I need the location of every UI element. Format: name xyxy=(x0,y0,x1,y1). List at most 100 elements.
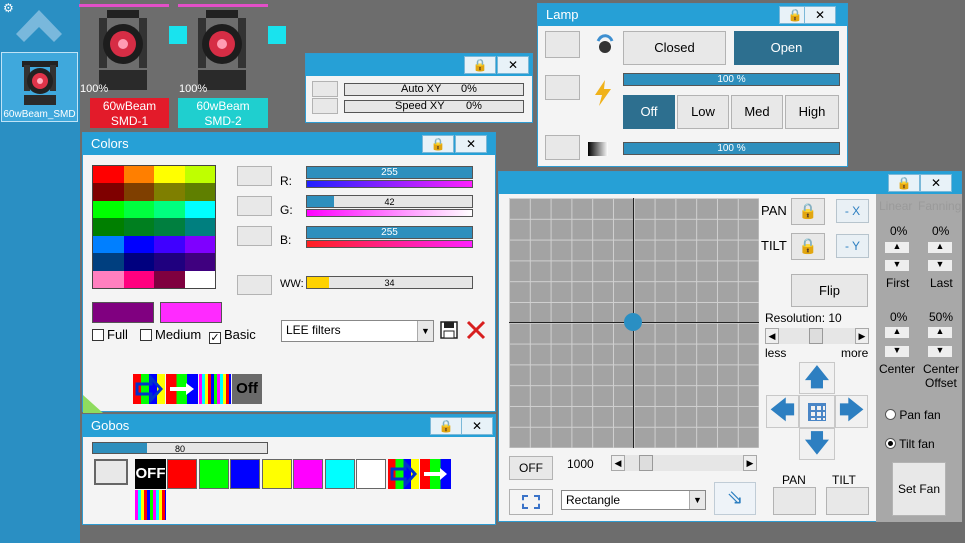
filter-select[interactable]: LEE filters ▼ xyxy=(281,320,434,342)
gobo-macro-2[interactable] xyxy=(420,459,451,489)
full-checkbox-box[interactable] xyxy=(92,329,104,341)
lock-icon[interactable]: 🔒 xyxy=(422,135,454,153)
center-button[interactable] xyxy=(799,395,835,428)
palette-swatch[interactable] xyxy=(184,200,215,219)
chevron-left-icon[interactable]: ◀ xyxy=(611,455,625,471)
fixture-tile-1[interactable]: 100% 60wBeam SMD-1 xyxy=(79,4,169,128)
speed-thumb[interactable] xyxy=(639,455,653,471)
palette-swatch[interactable] xyxy=(184,166,215,184)
intensity-button[interactable] xyxy=(545,75,580,100)
delete-icon[interactable] xyxy=(465,319,487,341)
resolution-slider[interactable]: ◀ ▶ xyxy=(765,328,869,344)
pan-fan-radio-dot[interactable] xyxy=(885,409,896,420)
palette-swatch[interactable] xyxy=(93,183,124,201)
invert-y-button[interactable]: - Y xyxy=(836,234,869,258)
lock-icon[interactable]: 🔒 xyxy=(888,174,920,192)
speed-xy-button[interactable] xyxy=(312,98,338,114)
palette-swatch[interactable] xyxy=(123,218,154,236)
lock-icon[interactable]: 🔒 xyxy=(464,56,496,74)
palette-swatch[interactable] xyxy=(184,253,215,271)
shape-select[interactable]: Rectangle ▼ xyxy=(561,490,706,510)
resize-corner-icon[interactable] xyxy=(83,395,103,413)
gobo-off[interactable]: OFF xyxy=(135,459,166,489)
gobo-swatch[interactable] xyxy=(293,459,323,489)
offset-down-icon[interactable]: ▼ xyxy=(927,345,953,358)
speed-xy-bar[interactable]: Speed XY 0% xyxy=(344,100,524,113)
shutter-button[interactable] xyxy=(545,31,580,58)
color-palette[interactable] xyxy=(92,165,216,289)
palette-swatch[interactable] xyxy=(154,183,185,201)
auto-xy-button[interactable] xyxy=(312,81,338,97)
gobo-swatch[interactable] xyxy=(324,459,355,489)
gobo-swatch[interactable] xyxy=(230,459,260,489)
offset-up-icon[interactable]: ▲ xyxy=(927,326,953,339)
chevron-right-icon[interactable]: ▶ xyxy=(855,328,869,344)
arrow-down-icon[interactable]: 🡇 xyxy=(799,428,835,460)
color-macro-2[interactable] xyxy=(166,374,198,404)
palette-swatch[interactable] xyxy=(154,253,185,271)
arrow-right-icon[interactable]: 🡆 xyxy=(835,395,868,428)
red-button[interactable] xyxy=(237,166,272,186)
palette-swatch[interactable] xyxy=(154,235,185,254)
palette-swatch[interactable] xyxy=(154,270,185,288)
palette-swatch[interactable] xyxy=(123,235,154,254)
center-up-icon[interactable]: ▲ xyxy=(884,326,910,339)
green-button[interactable] xyxy=(237,196,272,216)
gobo-swatch[interactable] xyxy=(167,459,197,489)
tilt-fan-radio[interactable]: Tilt fan xyxy=(885,437,935,451)
close-icon[interactable]: ✕ xyxy=(804,6,836,24)
palette-swatch[interactable] xyxy=(184,218,215,236)
power-low-button[interactable]: Low xyxy=(677,95,729,129)
intensity-bar[interactable]: 100 % xyxy=(623,73,840,86)
gobo-swatch[interactable] xyxy=(356,459,386,489)
off-button[interactable]: OFF xyxy=(509,456,553,480)
arrow-up-icon[interactable]: 🡅 xyxy=(799,362,835,394)
pan-button[interactable] xyxy=(773,487,816,515)
warmwhite-button[interactable] xyxy=(237,275,272,295)
palette-swatch[interactable] xyxy=(184,235,215,254)
pan-tilt-grid[interactable] xyxy=(509,198,759,448)
close-icon[interactable]: ✕ xyxy=(497,56,529,74)
palette-swatch[interactable] xyxy=(123,200,154,219)
last-down-icon[interactable]: ▼ xyxy=(927,259,953,272)
palette-swatch[interactable] xyxy=(93,166,124,184)
chevron-down-icon[interactable]: ▼ xyxy=(417,321,433,341)
palette-swatch[interactable] xyxy=(154,200,185,219)
fixture-thumbnail[interactable]: 60wBeam_SMD xyxy=(1,52,78,122)
dimmer-bar[interactable]: 100 % xyxy=(623,142,840,155)
chevron-left-icon[interactable]: ◀ xyxy=(765,328,779,344)
basic-checkbox-box[interactable]: ✓ xyxy=(209,332,221,344)
palette-swatch[interactable] xyxy=(93,253,124,271)
resolution-thumb[interactable] xyxy=(809,328,823,344)
fixture-tile-2[interactable]: 100% 60wBeam SMD-2 xyxy=(178,4,268,128)
power-med-button[interactable]: Med xyxy=(731,95,783,129)
palette-swatch[interactable] xyxy=(123,183,154,201)
save-icon[interactable] xyxy=(440,321,458,339)
palette-swatch[interactable] xyxy=(123,166,154,184)
close-icon[interactable]: ✕ xyxy=(920,174,952,192)
chevron-up-icon[interactable] xyxy=(14,8,64,48)
closed-button[interactable]: Closed xyxy=(623,31,726,65)
color-macro-1[interactable] xyxy=(133,374,165,404)
palette-swatch[interactable] xyxy=(154,218,185,236)
first-up-icon[interactable]: ▲ xyxy=(884,241,910,254)
shape-button[interactable] xyxy=(509,489,553,515)
full-checkbox[interactable]: Full xyxy=(92,327,128,342)
swap-icon[interactable]: ⇘ xyxy=(714,482,756,515)
palette-swatch[interactable] xyxy=(93,218,124,236)
blue-button[interactable] xyxy=(237,226,272,246)
close-icon[interactable]: ✕ xyxy=(461,417,493,435)
speed-slider[interactable]: ◀ ▶ xyxy=(611,455,757,471)
pan-lock-icon[interactable]: 🔒 xyxy=(791,198,825,225)
blue-bar[interactable]: 255 xyxy=(306,226,473,239)
color-off-button[interactable]: Off xyxy=(232,374,262,404)
tilt-button[interactable] xyxy=(826,487,869,515)
palette-swatch[interactable] xyxy=(93,270,124,288)
palette-swatch[interactable] xyxy=(123,253,154,271)
palette-swatch[interactable] xyxy=(184,270,215,288)
dimmer-button[interactable] xyxy=(545,135,580,160)
color-macro-3[interactable] xyxy=(199,374,231,404)
medium-checkbox-box[interactable] xyxy=(140,329,152,341)
pan-fan-radio[interactable]: Pan fan xyxy=(885,408,941,422)
gobo-bar[interactable]: 80 xyxy=(92,442,268,454)
